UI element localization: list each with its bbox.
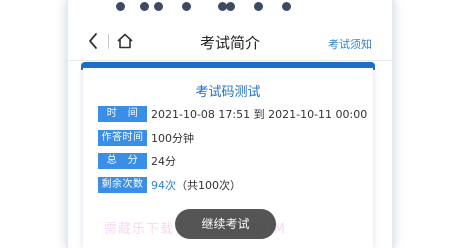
nav-bar: 考试简介 考试须知 (68, 24, 392, 61)
info-label: 作答时间 (98, 130, 147, 146)
total-count: （共100次） (176, 179, 241, 192)
status-dot (282, 2, 291, 11)
status-dot (254, 2, 263, 11)
info-label: 时 间 (98, 106, 147, 122)
info-row-duration: 作答时间 100分钟 (98, 130, 194, 146)
info-value: 94次（共100次） (151, 177, 241, 193)
info-value: 2021-10-08 17:51 到 2021-10-11 00:00 (151, 108, 368, 121)
exam-notice-link[interactable]: 考试须知 (328, 36, 372, 52)
status-dot (226, 2, 235, 11)
status-dot (182, 2, 191, 11)
status-dot (140, 2, 149, 11)
exam-title: 考试码测试 (195, 85, 261, 100)
info-value: 100分钟 (151, 132, 194, 145)
status-dot (154, 2, 163, 11)
continue-exam-button[interactable]: 继续考试 (175, 209, 276, 239)
info-label: 总 分 (98, 153, 147, 169)
info-label: 剩余次数 (98, 177, 147, 193)
info-value: 24分 (151, 155, 176, 168)
info-row-attempts: 剩余次数 94次（共100次） (98, 177, 241, 193)
info-row-time: 时 间 2021-10-08 17:51 到 2021-10-11 00:00 (98, 106, 367, 122)
info-row-score: 总 分 24分 (98, 153, 176, 169)
status-dot (116, 2, 125, 11)
remaining-count: 94次 (151, 179, 176, 192)
